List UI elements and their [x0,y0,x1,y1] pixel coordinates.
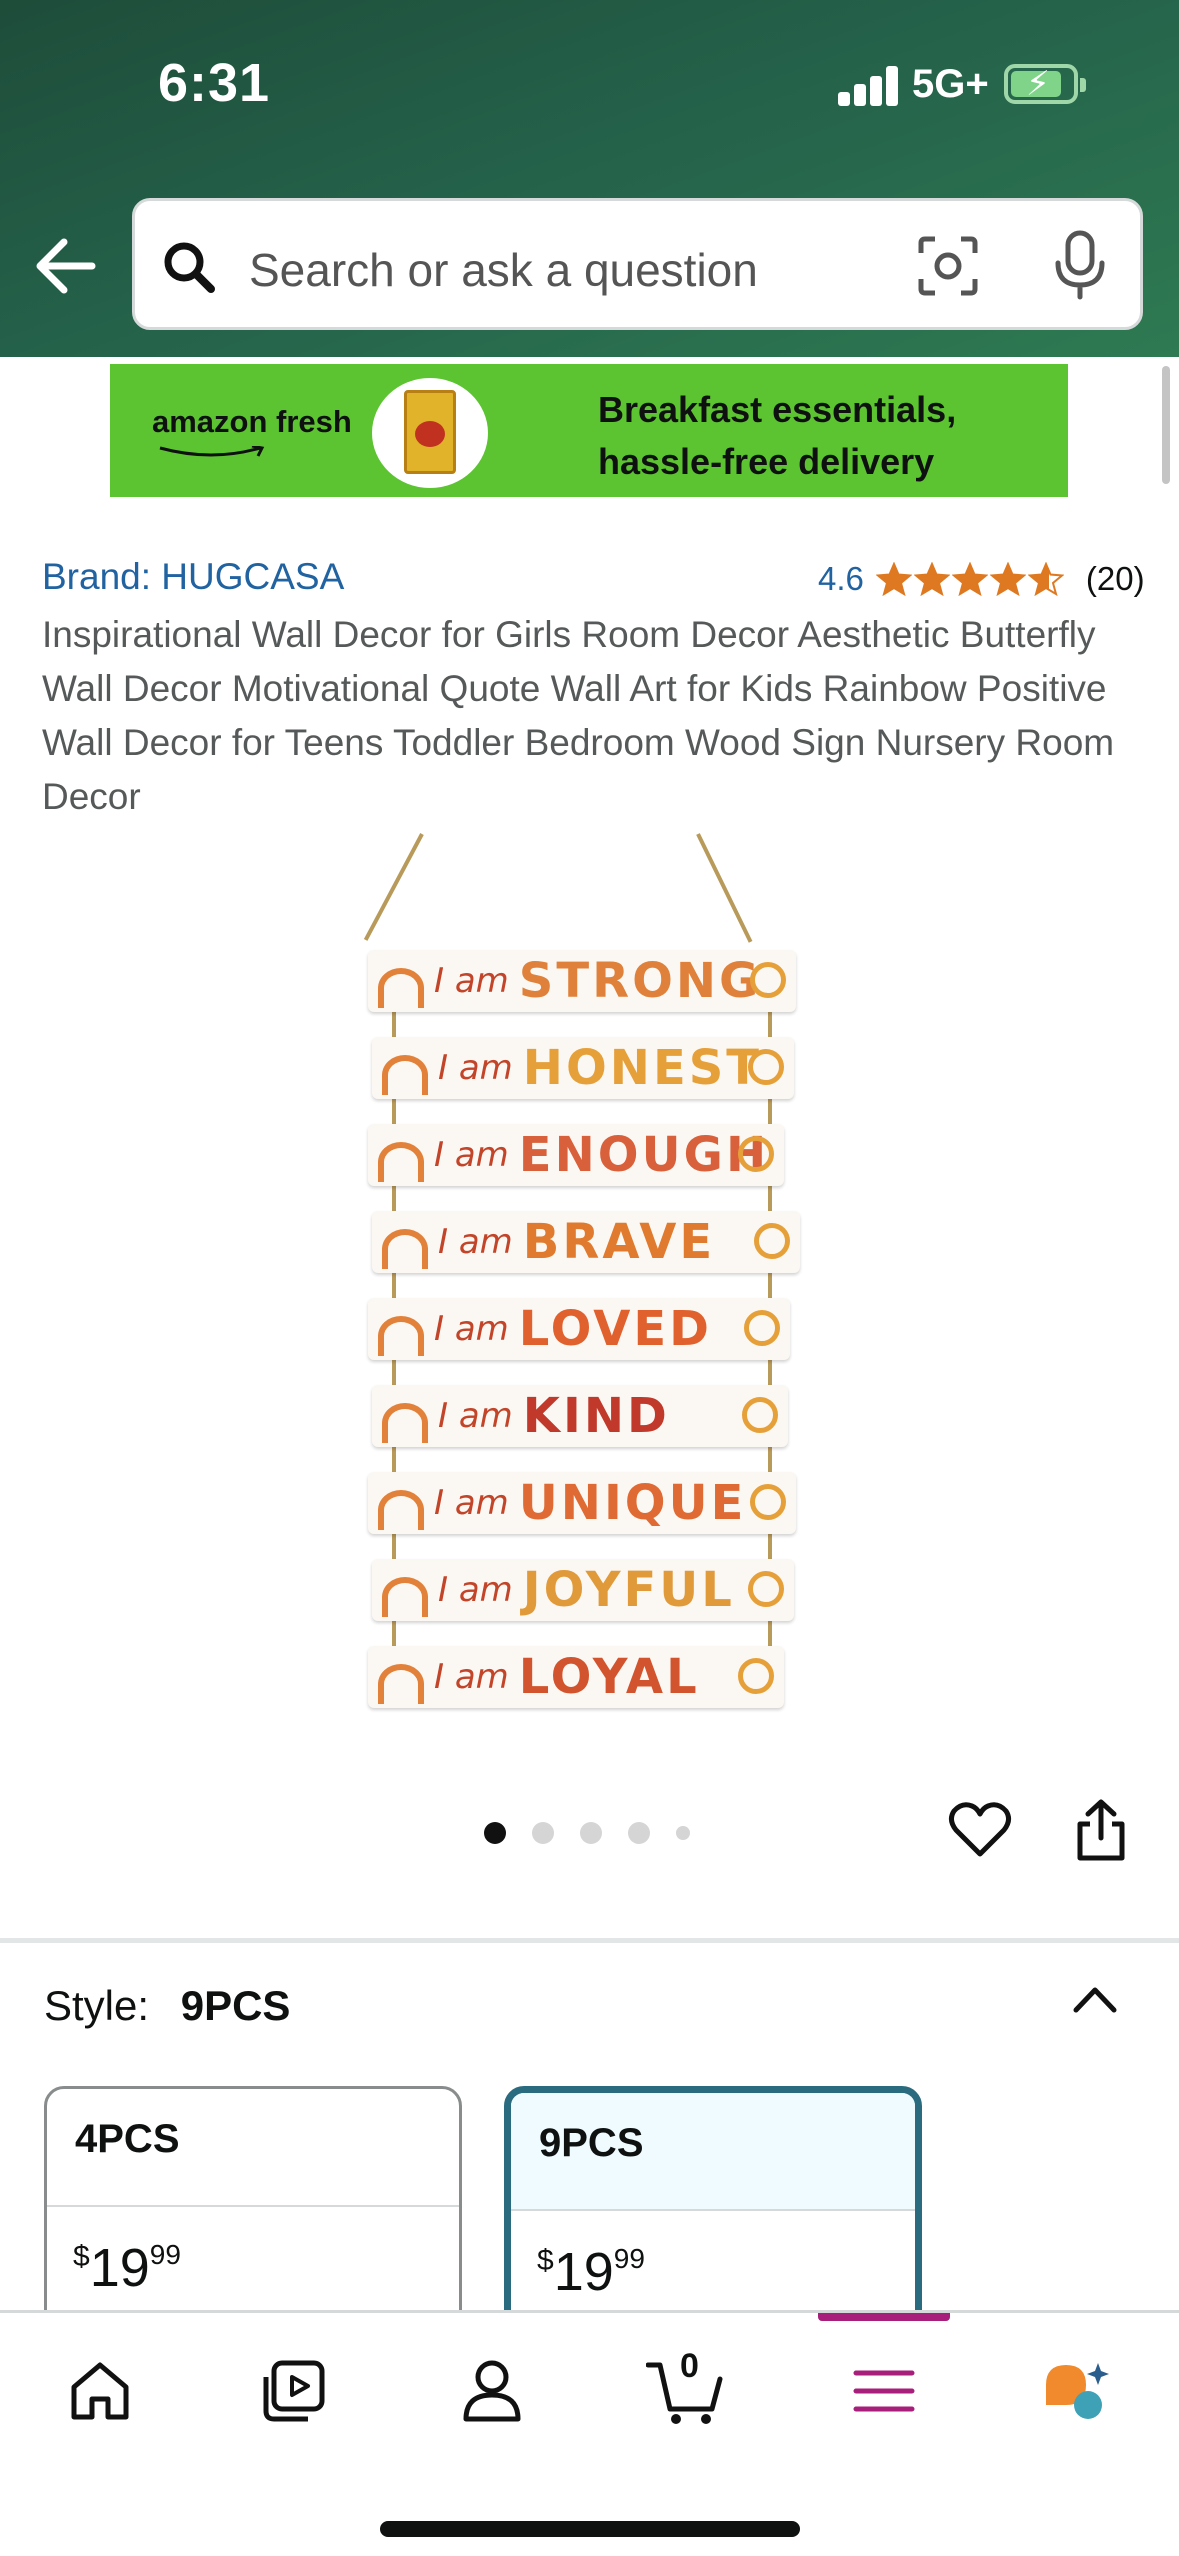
sign-plank: I am BRAVE [372,1211,800,1273]
rufus-chat-icon[interactable] [1040,2355,1112,2427]
home-icon[interactable] [64,2355,136,2427]
sign-plank: I am LOVED [368,1298,790,1360]
sign-word: ENOUGH [518,1127,770,1183]
microphone-icon[interactable] [1050,229,1110,301]
cart-count: 0 [680,2347,699,2385]
bottom-navigation: 0 [0,2310,1179,2556]
style-option-name: 4PCS [47,2089,459,2207]
star-icon [1027,562,1064,596]
section-divider [0,1938,1179,1943]
camera-lens-icon[interactable] [915,233,981,299]
sign-plank: I am JOYFUL [372,1559,794,1621]
hanging-rope [696,833,753,943]
sign-prefix: I am [434,1657,509,1697]
back-button[interactable] [30,230,102,302]
video-icon[interactable] [258,2355,330,2427]
rating-summary[interactable]: 4.6 (20) [818,560,1145,598]
sign-word: KIND [522,1388,670,1444]
chevron-up-icon[interactable] [1072,1984,1118,2014]
sign-prefix: I am [438,1396,513,1436]
rating-value: 4.6 [818,560,864,597]
sign-word: JOYFUL [522,1562,735,1618]
active-tab-indicator [818,2313,950,2321]
sign-prefix: I am [434,961,509,1001]
review-count: (20) [1085,560,1145,597]
sign-prefix: I am [438,1048,513,1088]
rating-stars [875,562,1066,596]
network-label: 5G+ [912,62,989,106]
image-carousel-dots[interactable] [484,1822,716,1844]
banner-headline: Breakfast essentials, hassle-free delive… [598,389,957,482]
carousel-dot[interactable] [580,1822,602,1844]
back-arrow-icon [36,238,96,294]
sign-plank: I am LOYAL [368,1646,784,1708]
scrollbar[interactable] [1162,366,1170,484]
carousel-dot[interactable] [676,1826,690,1840]
account-icon[interactable] [456,2355,528,2427]
style-option-name: 9PCS [511,2093,915,2211]
menu-icon[interactable] [848,2355,920,2427]
style-label: Style: [44,1982,150,2029]
star-icon [875,562,912,596]
product-image[interactable]: I am STRONG I am HONEST I am ENOUGH I am BRAVE I… [360,833,820,1708]
sign-word: LOYAL [518,1649,700,1705]
style-selector-header[interactable]: Style: 9PCS [44,1982,290,2030]
carousel-dot[interactable] [532,1822,554,1844]
sign-word: UNIQUE [518,1475,747,1531]
brand-link[interactable]: Brand: HUGCASA [42,556,344,598]
carousel-dot[interactable] [484,1822,506,1844]
home-indicator [380,2521,800,2537]
sign-plank: I am HONEST [372,1037,794,1099]
sign-prefix: I am [434,1483,509,1523]
amazon-fresh-banner[interactable]: amazon fresh Breakfast essentials, hassl… [110,364,1068,497]
cart-button[interactable]: 0 [645,2347,730,2427]
style-option-4pcs[interactable]: 4PCS $1999 [44,2086,462,2346]
sign-plank: I am KIND [372,1385,788,1447]
signal-icon [838,66,900,106]
style-selected-value: 9PCS [180,1982,291,2029]
sign-prefix: I am [438,1570,513,1610]
search-bar[interactable]: Search or ask a question [132,198,1143,330]
sign-word: LOVED [518,1301,712,1357]
sign-prefix: I am [438,1222,513,1262]
star-icon [913,562,950,596]
status-time: 6:31 [158,53,271,113]
amazon-smile-icon [159,446,265,457]
hanging-rope [363,833,424,941]
sign-prefix: I am [434,1309,509,1349]
sign-word: BRAVE [522,1214,716,1270]
star-icon [951,562,988,596]
sign-prefix: I am [434,1135,509,1175]
sign-plank: I am STRONG [368,950,796,1012]
sign-plank: I am UNIQUE [368,1472,796,1534]
carousel-dot[interactable] [628,1822,650,1844]
heart-icon[interactable] [948,1800,1012,1860]
cereal-box-image [372,378,488,488]
amazon-fresh-logo: amazon fresh [152,404,352,439]
style-option-9pcs[interactable]: 9PCS $1999 [504,2086,922,2346]
product-title: Inspirational Wall Decor for Girls Room … [42,614,1115,817]
sign-plank: I am ENOUGH [368,1124,784,1186]
top-header: 6:31 5G+ ⚡ Search or ask a question [0,0,1179,357]
sign-word: HONEST [522,1040,763,1096]
battery-icon: ⚡ [1004,64,1086,104]
sign-word: STRONG [518,953,762,1009]
star-icon [989,562,1026,596]
search-input[interactable]: Search or ask a question [249,243,758,297]
share-icon[interactable] [1074,1798,1128,1862]
search-icon [164,242,215,293]
